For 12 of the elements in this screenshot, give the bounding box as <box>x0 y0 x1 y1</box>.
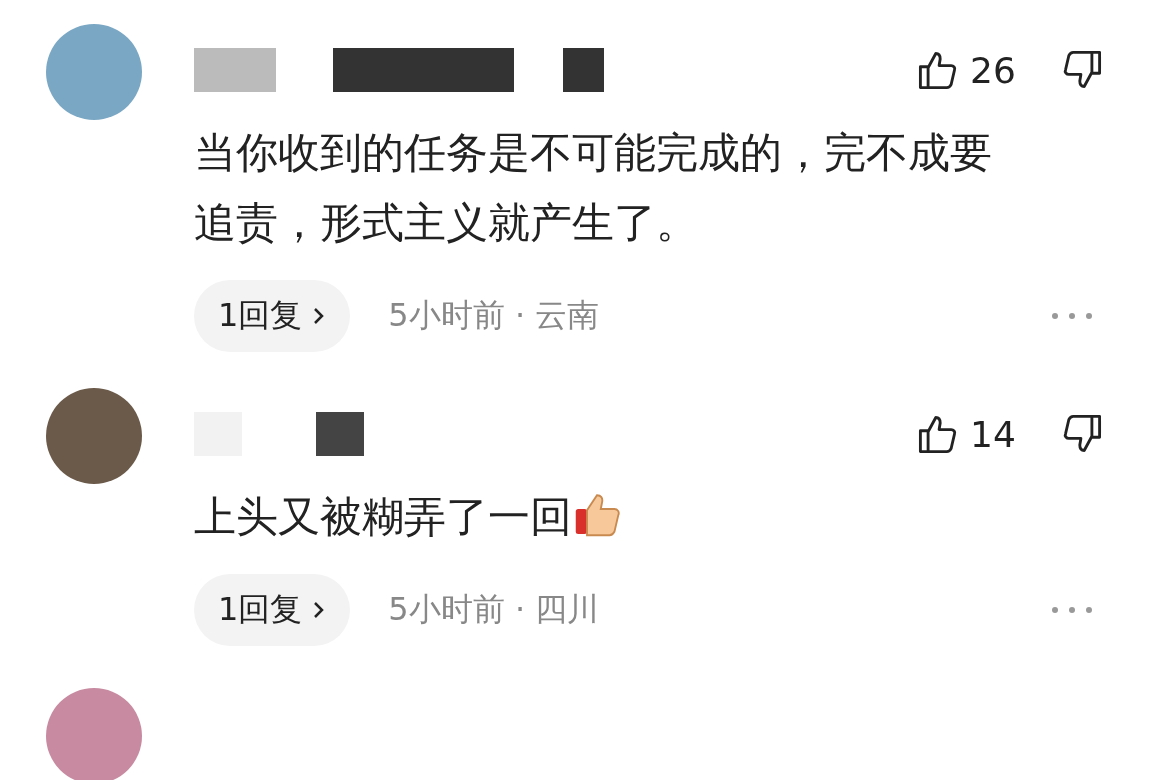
time-location: 5小时前 · 四川 <box>388 589 601 630</box>
more-icon[interactable] <box>1050 605 1094 615</box>
replies-button[interactable]: 1回复 <box>194 280 351 352</box>
chevron-right-icon <box>312 306 325 326</box>
like-count: 26 <box>970 49 1017 91</box>
like-count: 14 <box>970 413 1017 455</box>
comment-text: 上头又被糊弄了一回 <box>194 492 622 541</box>
chevron-right-icon <box>312 600 325 620</box>
comment-text: 当你收到的任务是不可能完成的，完不成要追责，形式主义就产生了。 <box>194 128 992 247</box>
more-icon[interactable] <box>1050 311 1094 321</box>
replies-button[interactable]: 1回复 <box>194 574 351 646</box>
time-location: 5小时前 · 云南 <box>388 295 601 336</box>
